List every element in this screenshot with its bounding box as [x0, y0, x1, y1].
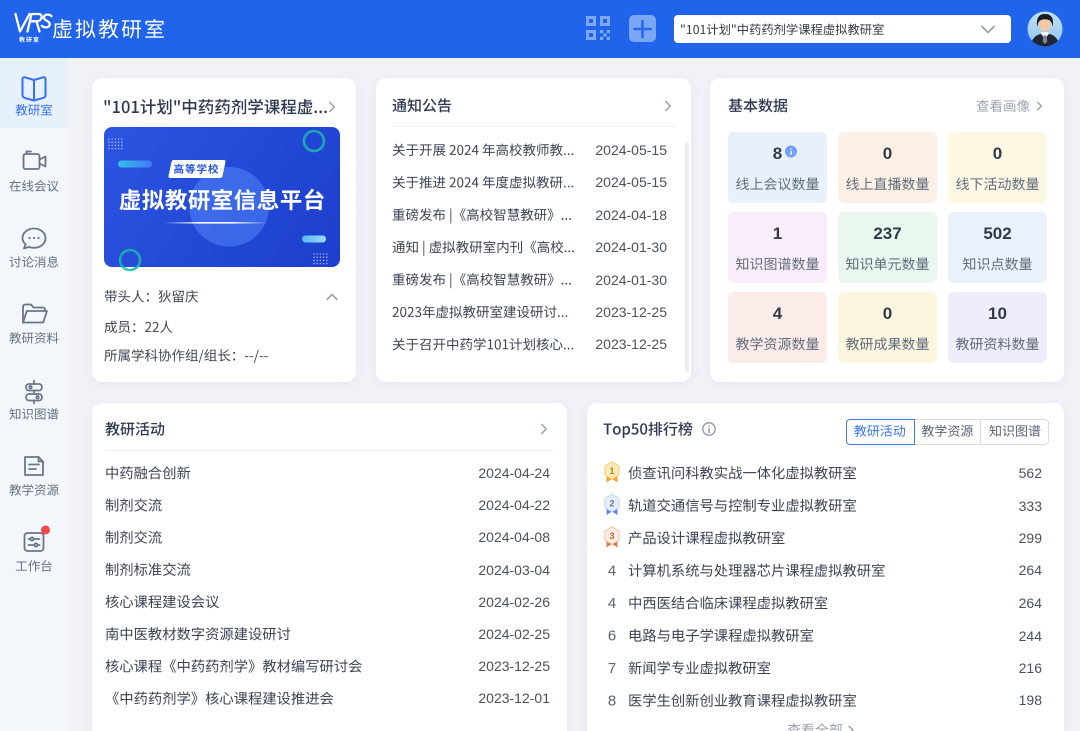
svg-text:1: 1 [609, 466, 614, 476]
svg-text:6: 6 [608, 628, 616, 645]
svg-text:3: 3 [609, 531, 614, 541]
svg-text:2: 2 [609, 498, 614, 508]
svg-text:8: 8 [608, 693, 616, 710]
svg-text:7: 7 [608, 660, 616, 677]
svg-text:4: 4 [608, 563, 616, 580]
svg-text:4: 4 [608, 595, 616, 612]
